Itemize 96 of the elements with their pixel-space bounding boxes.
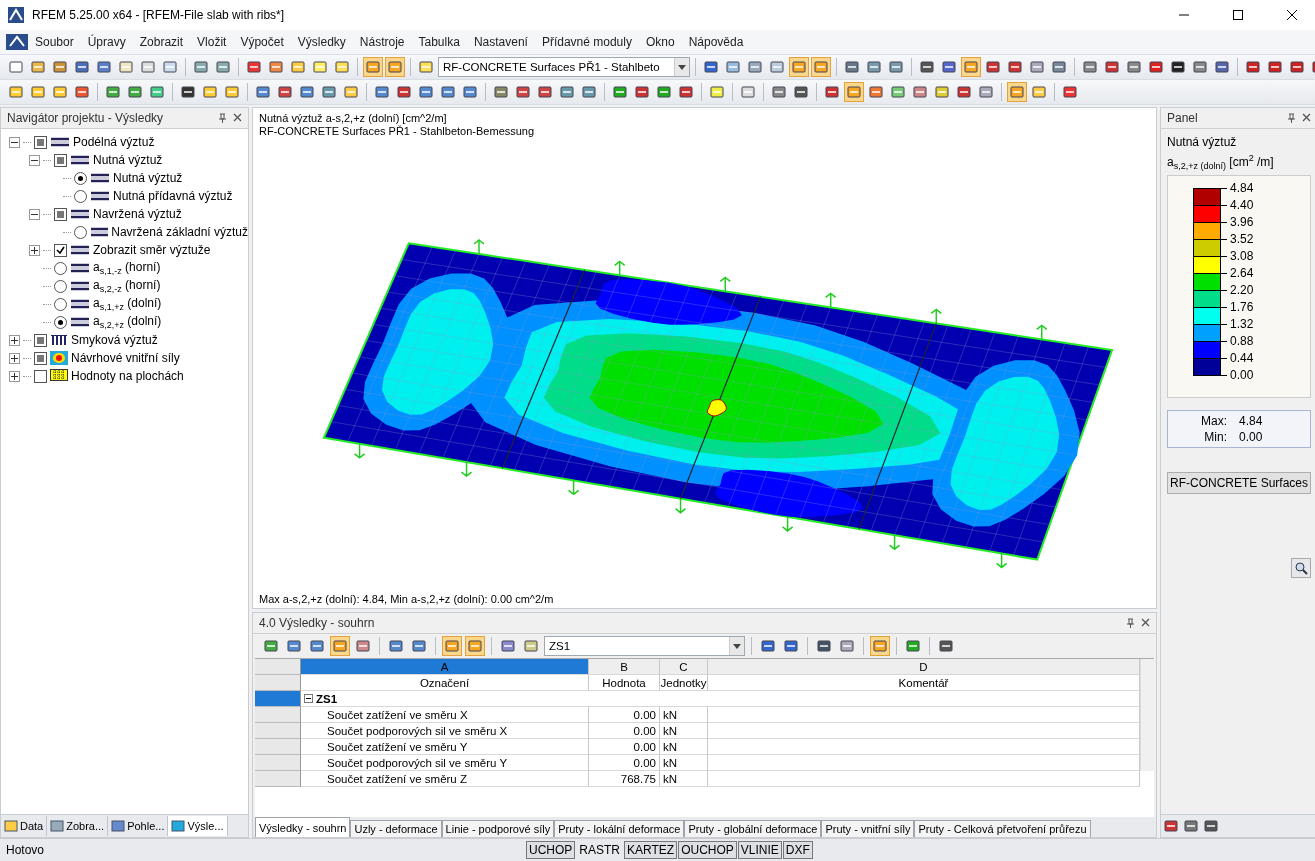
legend-value: 3.08: [1230, 249, 1254, 264]
max-value: 4.84: [1239, 414, 1264, 429]
legend-value: 4.84: [1230, 181, 1254, 196]
table-cell: kN: [660, 771, 708, 787]
column-header: Označení: [301, 675, 589, 691]
status-toggle[interactable]: RASTR: [576, 841, 623, 859]
sheet-tab[interactable]: Pruty - vnitřní síly: [821, 820, 915, 837]
status-toggle[interactable]: DXF: [782, 841, 813, 859]
pane-title: Navigátor projektu - Výsledky: [7, 111, 164, 125]
status-toggle[interactable]: OUCHOP: [678, 841, 737, 859]
menu-item[interactable]: Výsledky: [290, 33, 353, 51]
navigator-tab[interactable]: Pohle...: [108, 816, 169, 836]
tree-item-label[interactable]: Podélná výztuž: [73, 135, 155, 149]
module-button[interactable]: RF-CONCRETE Surfaces: [1167, 472, 1312, 495]
window-title: RFEM 5.25.00 x64 - [RFEM-File slab with ribs*]: [32, 8, 286, 22]
tree-item-label[interactable]: Zobrazit směr výztuže: [93, 243, 211, 257]
tree-item-label[interactable]: Návrhové vnitřní síly: [71, 351, 180, 365]
table-cell: kN: [660, 723, 708, 739]
sheet-tab[interactable]: Pruty - Celková přetvoření průřezu: [914, 820, 1091, 837]
status-toggle[interactable]: VLINIE: [737, 841, 782, 859]
status-toggle[interactable]: KARTEZ: [624, 841, 678, 859]
table-cell: kN: [660, 707, 708, 723]
column-letter: D: [708, 659, 1140, 675]
table-cell: 0.00: [589, 755, 660, 771]
column-letter: C: [660, 659, 708, 675]
status-text: Hotovo: [6, 843, 46, 857]
table-cell: 0.00: [589, 723, 660, 739]
sheet-tab[interactable]: Výsledky - souhrn: [255, 817, 351, 837]
table-cell: 0.00: [589, 739, 660, 755]
menu-item[interactable]: Přídavné moduly: [534, 33, 639, 51]
legend-unit: a$_{s,2,+z (dolní)}$ [cm$^{2}$ /m]: [1167, 153, 1275, 172]
table-cell: Součet zatížení ve směru Y: [301, 739, 589, 755]
menu-item[interactable]: Nastavení: [466, 33, 535, 51]
viewport-caption: RF-CONCRETE Surfaces PŘ1 - Stahlbeton-Bemessung: [259, 125, 536, 138]
table-cell: kN: [660, 755, 708, 771]
navigator-tab[interactable]: Zobra...: [47, 816, 109, 836]
tree-item-label[interactable]: Nutná přídavná výztuž: [113, 189, 233, 203]
menu-item[interactable]: Nástroje: [352, 33, 412, 51]
column-letter: A: [301, 659, 589, 675]
column-header: Komentář: [708, 675, 1140, 691]
tree-item-label[interactable]: a$_{s,1,+z}$ (dolní): [93, 295, 162, 313]
menu-item[interactable]: Vložit: [190, 33, 234, 51]
menu-item[interactable]: Soubor: [28, 33, 81, 51]
legend-value: 2.20: [1230, 283, 1254, 298]
tree-item-label[interactable]: Hodnoty na plochách: [71, 369, 184, 383]
table-cell: Součet podporových sil ve směru X: [301, 723, 589, 739]
navigator-tab[interactable]: Data: [1, 816, 48, 836]
tree-item-label[interactable]: Nutná výztuž: [113, 171, 183, 185]
table-cell: 0.00: [589, 707, 660, 723]
table-cell: Součet zatížení ve směru Z: [301, 771, 589, 787]
pane-title: Panel: [1167, 111, 1198, 125]
min-label: Min:: [1203, 430, 1228, 445]
tree-item-label[interactable]: a$_{s,1,-z}$ (horní): [93, 259, 161, 277]
legend-value: 1.76: [1230, 300, 1254, 315]
tree-item-label[interactable]: Nutná výztuž: [93, 153, 163, 167]
sheet-tab[interactable]: Linie - podporové síly: [441, 820, 555, 837]
legend-value: 0.88: [1230, 334, 1254, 349]
sheet-tab[interactable]: Pruty - lokální deformace: [554, 820, 685, 837]
table-cell: Součet zatížení ve směru X: [301, 707, 589, 723]
navigator-tab[interactable]: Výsle...: [168, 816, 228, 836]
pane-title: 4.0 Výsledky - souhrn: [259, 616, 375, 630]
legend-value: 2.64: [1230, 266, 1254, 281]
table-cell: kN: [660, 739, 708, 755]
legend-value: 0.44: [1230, 351, 1254, 366]
table-cell: Součet podporových sil ve směru Y: [301, 755, 589, 771]
status-toggle[interactable]: UCHOP: [526, 841, 576, 859]
tree-item-label[interactable]: Navržená výztuž: [93, 207, 182, 221]
menu-item[interactable]: Výpočet: [233, 33, 291, 51]
viewport-caption: Nutná výztuž a-s,2,+z (dolní) [cm^2/m]: [259, 112, 448, 125]
legend-value: 1.32: [1230, 317, 1254, 332]
viewport-footer: Max a-s,2,+z (dolní): 4.84, Min a-s,2,+z (dolní): 0.00 cm^2/m: [259, 593, 1150, 606]
tree-item-label[interactable]: a$_{s,2,-z}$ (horní): [93, 277, 161, 295]
load-case-combobox[interactable]: ZS1: [544, 636, 745, 656]
column-header: Jednotky: [660, 675, 708, 691]
sheet-tab[interactable]: Pruty - globální deformace: [684, 820, 822, 837]
menu-item[interactable]: Okno: [638, 33, 682, 51]
max-label: Max:: [1200, 414, 1228, 429]
group-row[interactable]: ZS1: [301, 691, 1140, 707]
tree-item-label[interactable]: a$_{s,2,+z}$ (dolní): [93, 313, 162, 331]
menu-item[interactable]: Tabulka: [411, 33, 467, 51]
sheet-tab[interactable]: Uzly - deformace: [350, 820, 442, 837]
legend-value: 3.96: [1230, 215, 1254, 230]
table-cell: 768.75: [589, 771, 660, 787]
legend-value: 3.52: [1230, 232, 1254, 247]
tree-item-label[interactable]: Smyková výztuž: [71, 333, 158, 347]
column-header: Hodnota: [589, 675, 660, 691]
min-value: 0.00: [1239, 430, 1264, 445]
panel-heading: Nutná výztuž: [1167, 135, 1238, 149]
column-letter: B: [589, 659, 660, 675]
legend-value: 4.40: [1230, 198, 1254, 213]
menu-item[interactable]: Úpravy: [80, 33, 133, 51]
menu-item[interactable]: Zobrazit: [132, 33, 191, 51]
tree-item-label[interactable]: Navržená základní výztuž: [111, 225, 248, 239]
menu-item[interactable]: Nápověda: [681, 33, 751, 51]
legend-value: 0.00: [1230, 368, 1254, 383]
module-combobox[interactable]: RF-CONCRETE Surfaces PŘ1 - Stahlbeto: [438, 57, 690, 77]
